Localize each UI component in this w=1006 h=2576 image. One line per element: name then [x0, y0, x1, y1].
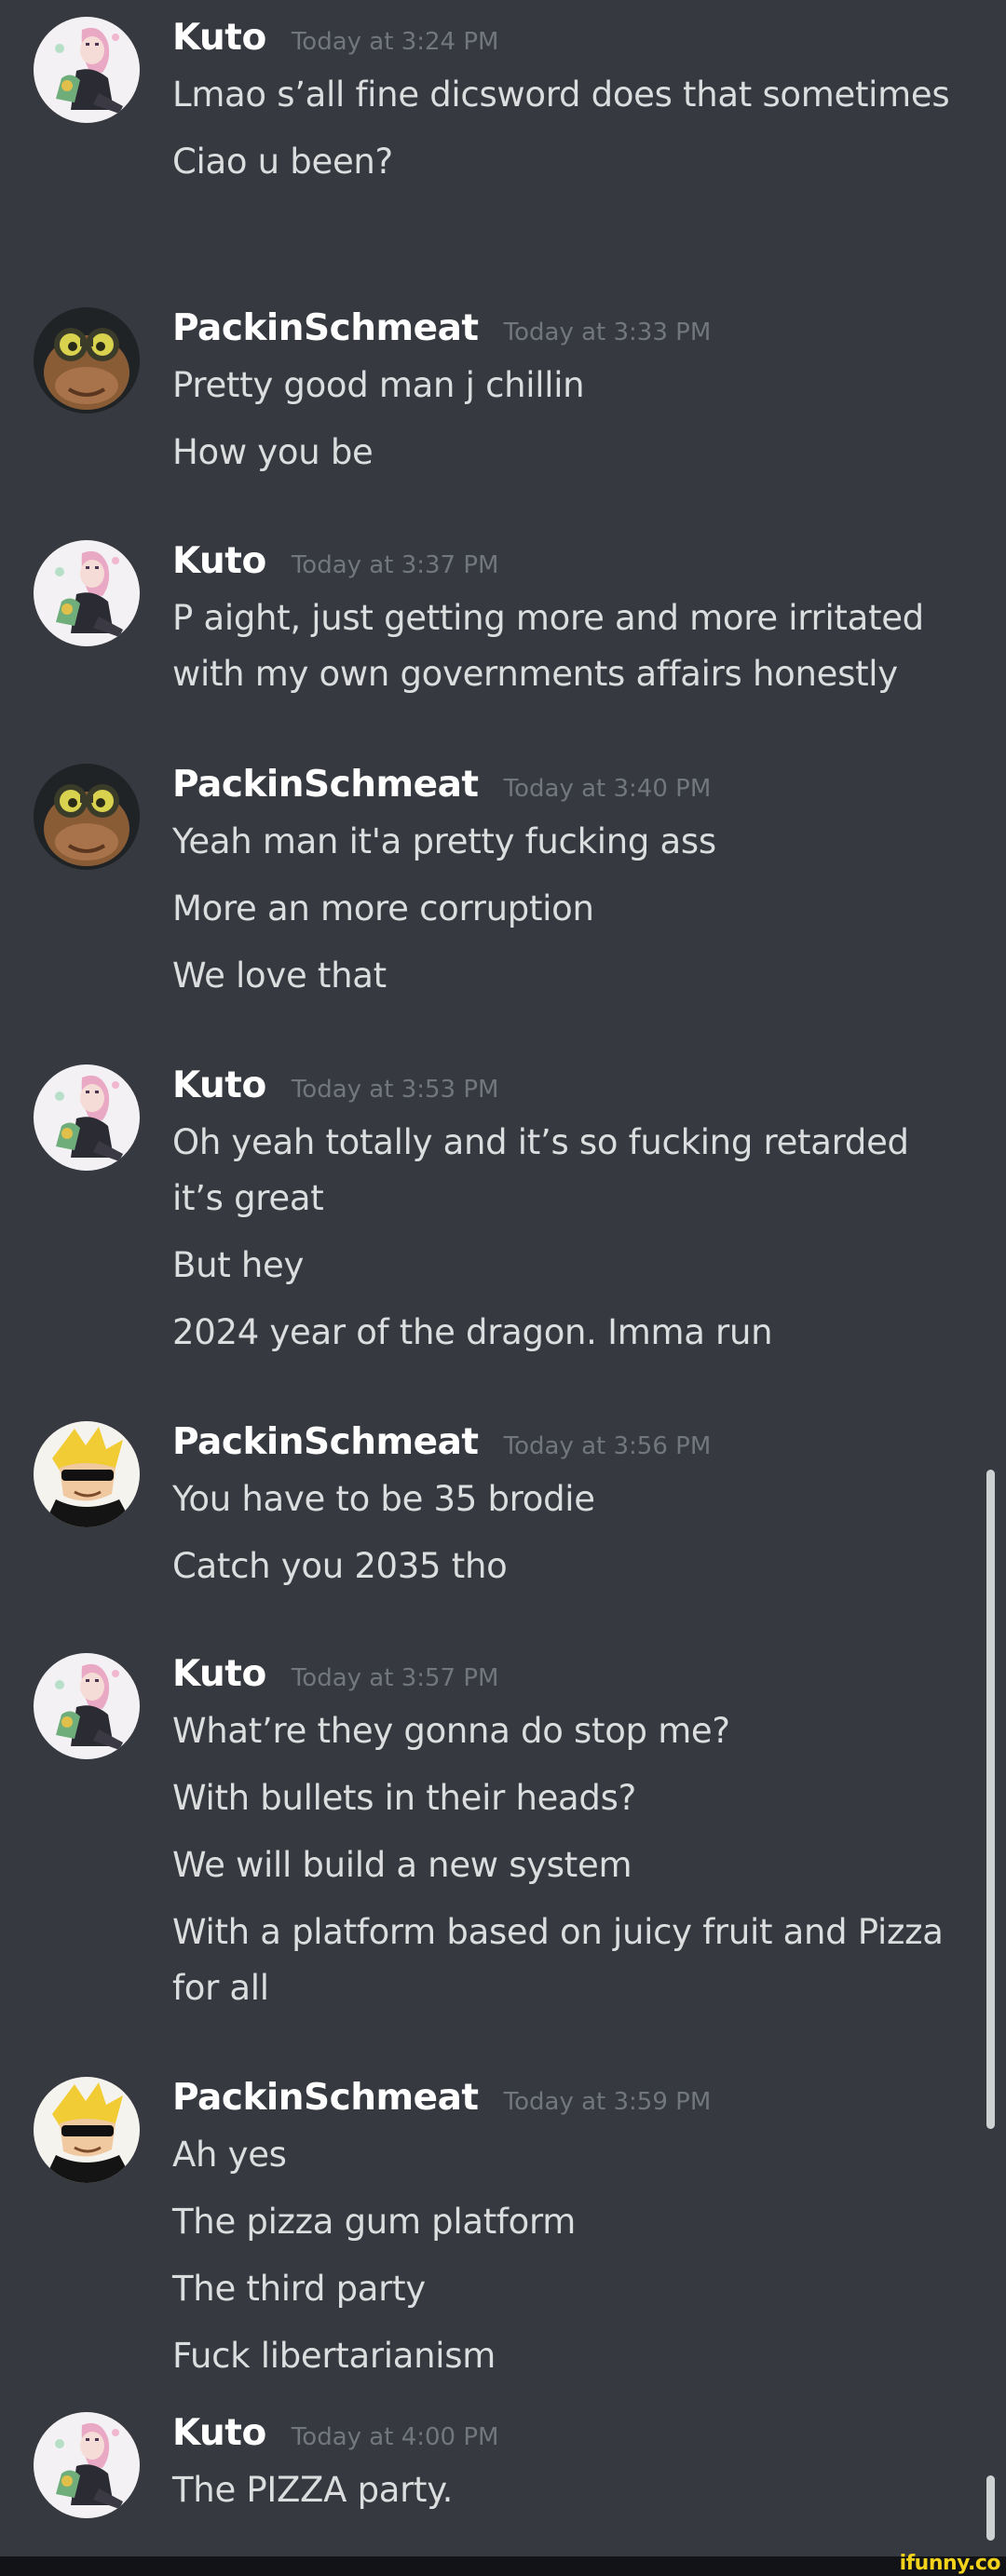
- message-text: With a platform based on juicy fruit and…: [172, 1912, 944, 2008]
- message-body: You have to be 35 brodie Catch you 2035 …: [172, 1471, 964, 1606]
- message-text: We love that: [172, 956, 387, 996]
- message-body: Pretty good man j chillin How you be: [172, 358, 964, 492]
- message-body: The PIZZA party.: [172, 2462, 964, 2529]
- watermark-bar: ifunny.co: [0, 2552, 1006, 2576]
- kuto-anime-avatar[interactable]: [34, 1064, 140, 1171]
- message-body: What’re they gonna do stop me? With bull…: [172, 1703, 964, 2027]
- scrollbar-thumb[interactable]: [986, 1470, 995, 2129]
- message-text: Yeah man it'a pretty fucking ass: [172, 821, 716, 861]
- username[interactable]: PackinSchmeat: [172, 307, 479, 349]
- message-header: Kuto Today at 3:57 PM: [172, 1653, 498, 1703]
- message-body: Lmao s’all fine dicsword does that somet…: [172, 67, 964, 201]
- message-header: PackinSchmeat Today at 3:56 PM: [172, 1421, 711, 1471]
- timestamp[interactable]: Today at 3:24 PM: [292, 28, 499, 56]
- message-header: PackinSchmeat Today at 3:40 PM: [172, 764, 711, 814]
- message-body: Yeah man it'a pretty fucking ass More an…: [172, 814, 964, 1015]
- message-text: Oh yeah totally and it’s so fucking reta…: [172, 1122, 909, 1218]
- message-header: PackinSchmeat Today at 3:33 PM: [172, 307, 711, 358]
- timestamp[interactable]: Today at 3:37 PM: [292, 551, 499, 579]
- message-text: 2024 year of the dragon. Imma run: [172, 1312, 773, 1352]
- message-text: How you be: [172, 432, 374, 472]
- username[interactable]: PackinSchmeat: [172, 1421, 479, 1463]
- message-text: With bullets in their heads?: [172, 1778, 636, 1818]
- kuto-anime-avatar[interactable]: [34, 1653, 140, 1759]
- username[interactable]: PackinSchmeat: [172, 2077, 479, 2119]
- timestamp[interactable]: Today at 3:57 PM: [292, 1664, 499, 1692]
- message-body: P aight, just getting more and more irri…: [172, 590, 964, 713]
- username[interactable]: Kuto: [172, 1064, 266, 1106]
- username[interactable]: Kuto: [172, 540, 266, 582]
- timestamp[interactable]: Today at 4:00 PM: [292, 2423, 499, 2451]
- message-text: Catch you 2035 tho: [172, 1546, 508, 1586]
- username[interactable]: Kuto: [172, 2412, 266, 2454]
- username[interactable]: Kuto: [172, 17, 266, 59]
- message-text: You have to be 35 brodie: [172, 1479, 595, 1519]
- goggles-creature-avatar[interactable]: [34, 307, 140, 414]
- message-body: Ah yes The pizza gum platform The third …: [172, 2127, 964, 2395]
- cartoon-hero-avatar[interactable]: [34, 1421, 140, 1527]
- timestamp[interactable]: Today at 3:59 PM: [504, 2088, 712, 2116]
- message-text: But hey: [172, 1245, 305, 1285]
- message-body: Oh yeah totally and it’s so fucking reta…: [172, 1115, 964, 1372]
- message-header: PackinSchmeat Today at 3:59 PM: [172, 2077, 711, 2127]
- message-text: Lmao s’all fine dicsword does that somet…: [172, 75, 950, 115]
- cartoon-hero-avatar[interactable]: [34, 2077, 140, 2183]
- message-text: The PIZZA party.: [172, 2470, 454, 2510]
- message-text: We will build a new system: [172, 1845, 632, 1885]
- message-header: Kuto Today at 3:53 PM: [172, 1064, 498, 1115]
- timestamp[interactable]: Today at 3:53 PM: [292, 1076, 499, 1104]
- kuto-anime-avatar[interactable]: [34, 2412, 140, 2518]
- message-text: Fuck libertarianism: [172, 2336, 496, 2376]
- timestamp[interactable]: Today at 3:56 PM: [504, 1432, 712, 1460]
- message-text: Ah yes: [172, 2135, 287, 2175]
- chat-log: Kuto Today at 3:24 PM Lmao s’all fine di…: [0, 0, 987, 2556]
- username[interactable]: Kuto: [172, 1653, 266, 1695]
- kuto-anime-avatar[interactable]: [34, 17, 140, 123]
- message-text: Ciao u been?: [172, 142, 393, 182]
- message-text: The pizza gum platform: [172, 2202, 576, 2242]
- message-header: Kuto Today at 3:24 PM: [172, 17, 498, 67]
- timestamp[interactable]: Today at 3:33 PM: [504, 319, 712, 346]
- username[interactable]: PackinSchmeat: [172, 764, 479, 806]
- message-header: Kuto Today at 4:00 PM: [172, 2412, 498, 2462]
- message-text: The third party: [172, 2269, 426, 2309]
- message-text: Pretty good man j chillin: [172, 365, 585, 405]
- ifunny-watermark: ifunny.co: [899, 2552, 1001, 2575]
- message-text: More an more corruption: [172, 888, 594, 929]
- message-header: Kuto Today at 3:37 PM: [172, 540, 498, 590]
- kuto-anime-avatar[interactable]: [34, 540, 140, 646]
- message-text: P aight, just getting more and more irri…: [172, 598, 924, 694]
- goggles-creature-avatar[interactable]: [34, 764, 140, 870]
- scrollbar-thumb[interactable]: [986, 2475, 995, 2541]
- timestamp[interactable]: Today at 3:40 PM: [504, 775, 712, 803]
- message-text: What’re they gonna do stop me?: [172, 1711, 730, 1751]
